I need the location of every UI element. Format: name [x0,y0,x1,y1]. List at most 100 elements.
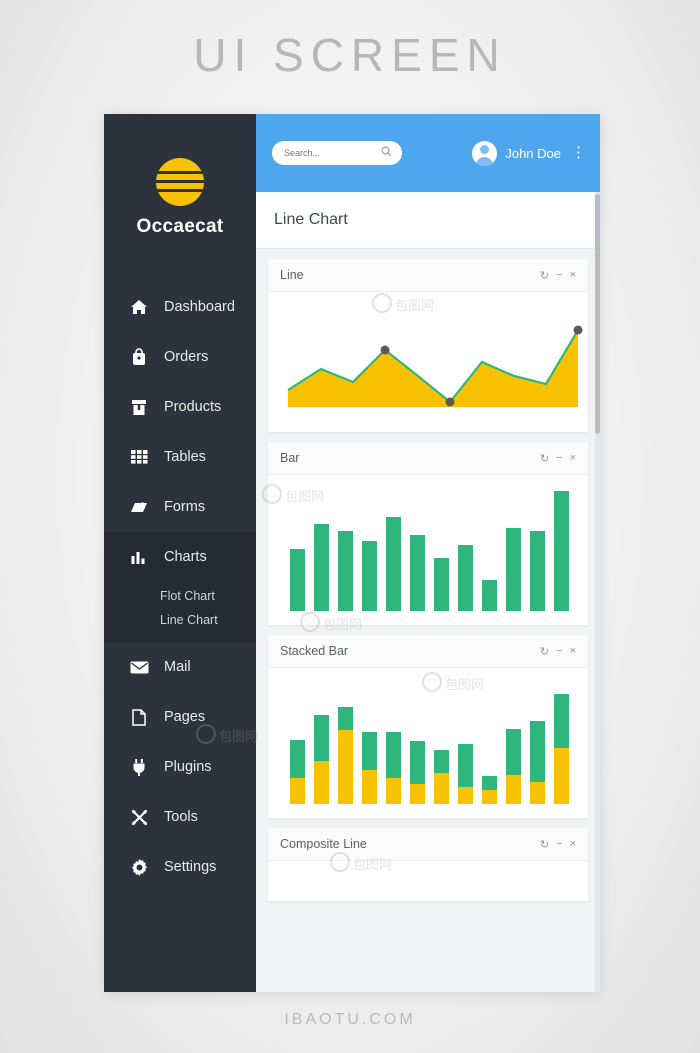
bar-segment [290,740,305,778]
bar [314,524,329,611]
bar-segment [554,748,569,804]
card-bar: Bar ↻ − × [268,442,588,625]
sidebar-item-plugins[interactable]: Plugins [104,742,256,792]
sidebar-item-dashboard[interactable]: Dashboard [104,282,256,332]
bar-segment [386,732,401,778]
sidebar-item-label: Dashboard [164,299,235,315]
grid-icon [128,447,150,467]
search-box[interactable] [272,141,402,165]
stacked-bar-chart [290,694,569,804]
close-icon[interactable]: × [570,452,576,464]
card-body [268,861,588,901]
card-header: Stacked Bar ↻ − × [268,635,588,668]
sidebar-item-products[interactable]: Products [104,382,256,432]
bar-segment [338,707,353,730]
sidebar-item-label: Settings [164,859,217,875]
bar-segment [482,776,497,790]
bar [290,549,305,611]
bar [362,541,377,611]
close-icon[interactable]: × [570,269,576,281]
refresh-icon[interactable]: ↻ [540,269,549,282]
bar [434,558,449,611]
bar [458,545,473,611]
search-icon[interactable] [381,146,392,160]
bar-chart-icon [128,547,150,567]
bar [482,580,497,611]
scrollbar-thumb[interactable] [595,194,600,434]
plug-icon [128,757,150,777]
brand-logo-icon [156,158,204,206]
close-icon[interactable]: × [570,838,576,850]
bar-segment [338,730,353,804]
bar-segment [458,744,473,787]
bag-icon [128,347,150,367]
kebab-menu-icon[interactable]: ⋮ [571,145,586,160]
data-point [380,345,390,355]
bar-segment [506,729,521,775]
data-point [445,397,455,407]
bar-segment [314,761,329,804]
bar [506,528,521,611]
box-icon [128,397,150,417]
card-title: Stacked Bar [280,644,349,658]
poster-title: UI SCREEN [193,29,507,81]
minimize-icon[interactable]: − [556,645,562,657]
bar-segment [434,773,449,804]
minimize-icon[interactable]: − [556,838,562,850]
home-icon [128,297,150,317]
bar-chart [290,491,569,611]
form-icon [128,497,150,517]
bar-segment [506,775,521,804]
minimize-icon[interactable]: − [556,452,562,464]
card-composite-line: Composite Line ↻ − × [268,828,588,901]
scrollbar-track[interactable] [595,192,600,992]
sidebar-subitem-line-chart[interactable]: Line Chart [104,608,256,632]
card-header: Bar ↻ − × [268,442,588,475]
main-area: John Doe ⋮ Line Chart Line ↻ − × [256,114,600,992]
search-input[interactable] [282,147,381,159]
envelope-icon [128,657,150,677]
sidebar-item-label: Products [164,399,222,415]
brand-name: Occaecat [136,216,224,237]
minimize-icon[interactable]: − [556,269,562,281]
gear-icon [128,857,150,877]
sidebar-submenu-charts: Flot Chart Line Chart [104,582,256,642]
sidebar-item-tools[interactable]: Tools [104,792,256,842]
sidebar-item-mail[interactable]: Mail [104,642,256,692]
page-icon [128,707,150,727]
sidebar-item-orders[interactable]: Orders [104,332,256,382]
sidebar-subitem-flot-chart[interactable]: Flot Chart [104,584,256,608]
bar-segment [554,694,569,748]
bar-segment [290,778,305,804]
sidebar-nav: Dashboard Orders Products Tables Forms C… [104,282,256,892]
sidebar-item-charts[interactable]: Charts [104,532,256,582]
user-menu[interactable]: John Doe ⋮ [472,140,586,166]
bar-segment [530,721,545,782]
close-icon[interactable]: × [570,645,576,657]
bar-segment [458,787,473,804]
refresh-icon[interactable]: ↻ [540,838,549,851]
sidebar-item-tables[interactable]: Tables [104,432,256,482]
sidebar-item-label: Orders [164,349,209,365]
refresh-icon[interactable]: ↻ [540,452,549,465]
user-name: John Doe [505,145,561,161]
bar-segment [434,750,449,773]
sidebar-item-settings[interactable]: Settings [104,842,256,892]
sidebar-item-forms[interactable]: Forms [104,482,256,532]
card-tools: ↻ − × [540,645,576,658]
bar-segment [482,790,497,804]
card-stacked-bar: Stacked Bar ↻ − × [268,635,588,818]
card-header: Line ↻ − × [268,259,588,292]
bar-segment [410,741,425,784]
content-scroll: Line ↻ − × Bar ↻ − × Stacked Bar ↻ − × C… [256,249,600,992]
sidebar: Occaecat Dashboard Orders Products Table… [104,114,256,992]
bar-segment [386,778,401,804]
sidebar-item-label: Tools [164,809,198,825]
sidebar-item-pages[interactable]: Pages [104,692,256,742]
card-body [268,292,588,432]
line-area-chart [287,325,583,407]
bar-segment [314,715,329,761]
card-line: Line ↻ − × [268,259,588,432]
refresh-icon[interactable]: ↻ [540,645,549,658]
card-tools: ↻ − × [540,452,576,465]
